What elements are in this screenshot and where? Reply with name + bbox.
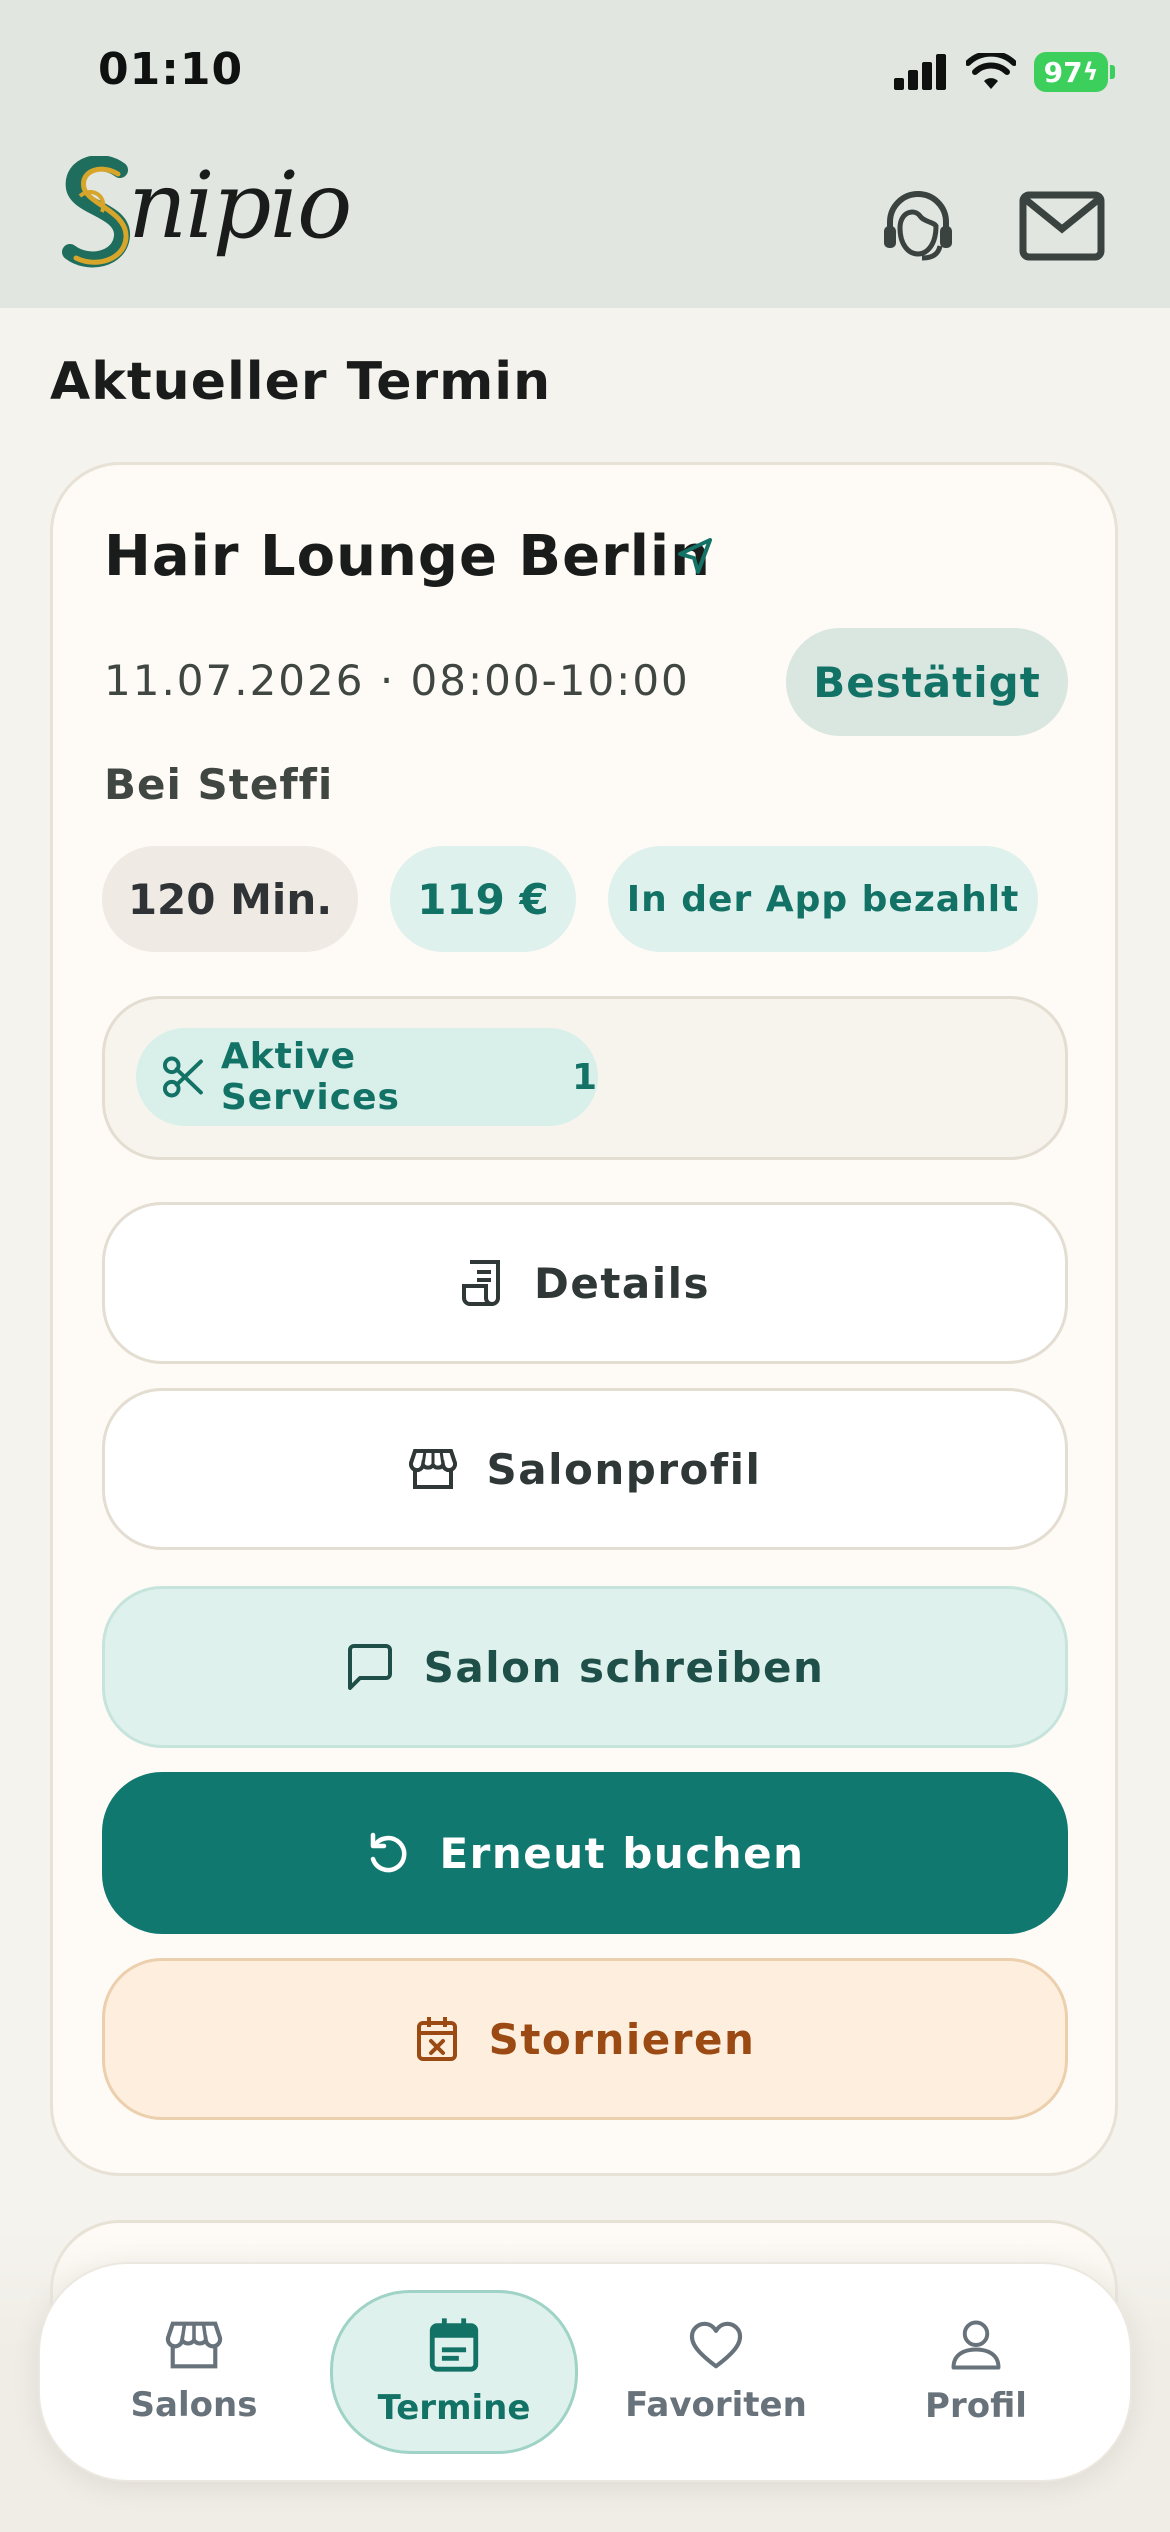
services-label: Aktive Services bbox=[220, 1036, 400, 1118]
message-salon-label: Salon schreiben bbox=[423, 1642, 825, 1692]
heart-icon bbox=[689, 2321, 743, 2369]
store-icon bbox=[165, 2321, 223, 2369]
stylist-name: Bei Steffi bbox=[104, 760, 334, 809]
cancel-label: Stornieren bbox=[488, 2014, 756, 2064]
headset-icon bbox=[884, 191, 952, 261]
price-chip: 119 € bbox=[390, 846, 576, 952]
tab-label: Profil bbox=[925, 2386, 1027, 2426]
battery-level: 97 bbox=[1043, 55, 1083, 89]
support-button[interactable] bbox=[868, 176, 968, 276]
scissors-icon bbox=[162, 1056, 203, 1098]
tab-termine[interactable]: Termine bbox=[330, 2290, 578, 2454]
chat-icon bbox=[347, 1644, 392, 1690]
refresh-icon bbox=[371, 1832, 407, 1873]
tab-salons[interactable]: Salons bbox=[96, 2290, 292, 2454]
duration-chip: 120 Min. bbox=[102, 846, 358, 952]
wifi-icon bbox=[966, 53, 1016, 89]
rebook-button[interactable]: Erneut buchen bbox=[102, 1772, 1068, 1934]
receipt-icon bbox=[461, 1260, 500, 1306]
charging-icon: ϟ bbox=[1082, 58, 1099, 86]
tab-favoriten[interactable]: Favoriten bbox=[620, 2290, 812, 2454]
cancel-appointment-button[interactable]: Stornieren bbox=[102, 1958, 1068, 2120]
status-icons: 97 ϟ bbox=[894, 52, 1115, 92]
logo-text: nipio bbox=[128, 152, 352, 259]
page-title: Aktueller Termin bbox=[50, 352, 552, 412]
details-label: Details bbox=[533, 1258, 711, 1308]
salon-profile-label: Salonprofil bbox=[486, 1444, 762, 1494]
status-time: 01:10 bbox=[98, 44, 244, 95]
active-services-pill[interactable]: Aktive Services 1 bbox=[136, 1028, 598, 1126]
person-icon bbox=[951, 2320, 1001, 2370]
navigate-icon[interactable] bbox=[676, 536, 716, 580]
rebook-label: Erneut buchen bbox=[439, 1828, 805, 1878]
calendar-icon bbox=[429, 2318, 479, 2372]
message-salon-button[interactable]: Salon schreiben bbox=[102, 1586, 1068, 1748]
details-button[interactable]: Details bbox=[102, 1202, 1068, 1364]
salon-name: Hair Lounge Berlin bbox=[104, 524, 711, 589]
calendar-x-icon bbox=[416, 2017, 457, 2061]
signal-icon bbox=[894, 54, 946, 90]
battery-indicator: 97 ϟ bbox=[1034, 52, 1115, 92]
payment-chip: In der App bezahlt bbox=[608, 846, 1038, 952]
tab-label: Salons bbox=[130, 2385, 258, 2425]
tab-label: Termine bbox=[377, 2388, 531, 2428]
status-badge: Bestätigt bbox=[786, 628, 1068, 736]
mail-icon bbox=[1019, 191, 1105, 261]
appointment-datetime: 11.07.2026 · 08:00-10:00 bbox=[104, 656, 690, 705]
salon-profile-button[interactable]: Salonprofil bbox=[102, 1388, 1068, 1550]
store-icon bbox=[408, 1449, 457, 1489]
mail-button[interactable] bbox=[1012, 176, 1112, 276]
tab-profil[interactable]: Profil bbox=[880, 2290, 1072, 2454]
app-logo: nipio bbox=[62, 152, 352, 286]
tab-label: Favoriten bbox=[625, 2385, 807, 2425]
services-count: 1 bbox=[571, 1056, 598, 1098]
